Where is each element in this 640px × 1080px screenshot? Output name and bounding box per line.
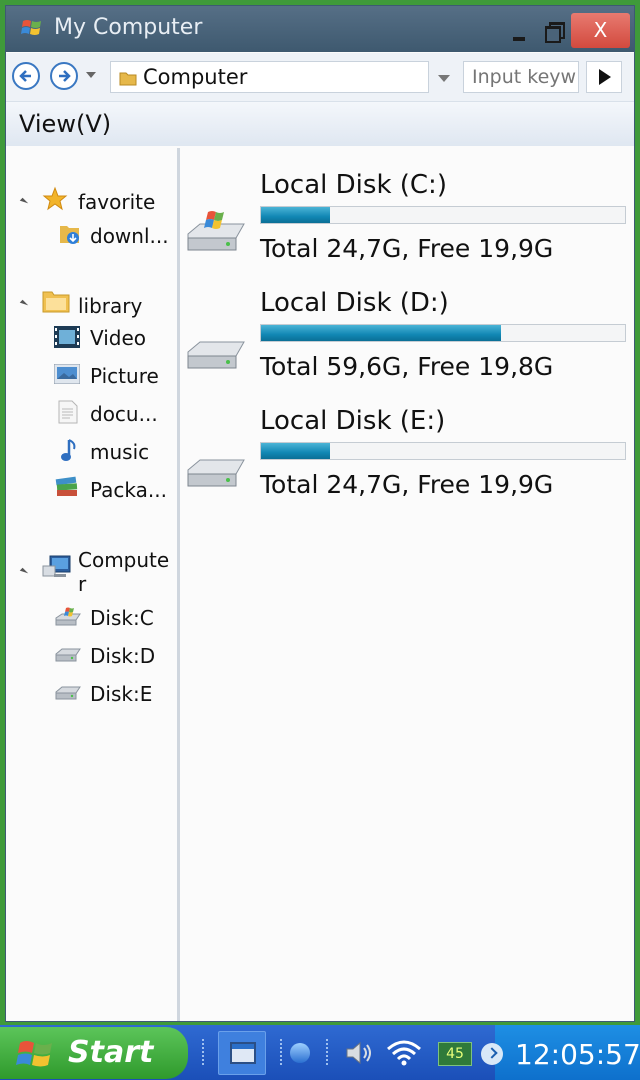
sidebar-item-favorite[interactable]: favorite [78,190,155,214]
sidebar-item-computer[interactable]: Compute [78,548,169,572]
music-note-icon [61,439,76,461]
close-button[interactable]: X [571,13,630,48]
maximize-button[interactable] [540,14,570,44]
wifi-icon[interactable] [386,1039,422,1067]
navigation-bar: Computer [6,53,634,102]
disk-capacity-text: Total 24,7G, Free 19,9G [260,470,554,499]
battery-indicator[interactable]: 45 [438,1042,472,1066]
taskbar-grip [280,1039,286,1065]
navigation-sidebar: favorite downl... library Video Picture [6,148,180,1021]
disk-item-c[interactable]: Local Disk (C:) Total 24,7G, Free 19,9G [180,170,634,288]
start-label: Start [68,1035,154,1070]
expand-arrow-icon[interactable] [19,299,29,309]
windows-logo-icon [16,1041,52,1067]
menu-bar: View(V) [6,102,634,146]
sidebar-item-documents[interactable]: docu... [90,402,158,426]
back-arrow-icon [19,70,31,82]
expand-arrow-icon[interactable] [19,567,29,577]
sidebar-item-computer-wrap: r [78,572,87,596]
taskbar-grip [326,1039,332,1065]
downloads-folder-icon [60,226,79,244]
minimize-button[interactable] [506,14,534,44]
sidebar-item-video[interactable]: Video [90,326,146,350]
forward-arrow-icon [59,70,71,82]
sidebar-item-disk-c[interactable]: Disk:C [90,606,154,630]
window-title: My Computer [54,15,203,40]
taskbar: Start 45 12:05:57 [0,1025,640,1080]
drive-icon [187,459,245,487]
system-drive-icon [187,211,245,251]
my-computer-window: My Computer X Computer View(V) [5,5,635,1022]
search-box[interactable] [463,61,579,93]
address-text: Computer [143,65,248,89]
sidebar-item-downloads[interactable]: downl... [90,224,169,248]
disk-usage-bar [260,442,626,460]
sidebar-item-music[interactable]: music [90,440,149,464]
disk-capacity-text: Total 59,6G, Free 19,8G [260,352,554,381]
address-bar[interactable]: Computer [110,61,429,93]
folder-icon [119,72,137,86]
disk-name: Local Disk (D:) [260,288,449,318]
disk-usage-bar [260,324,626,342]
expand-arrow-icon[interactable] [19,197,29,207]
start-button[interactable]: Start [0,1027,188,1079]
disk-usage-bar [260,206,626,224]
forward-button[interactable] [50,62,78,90]
disk-name: Local Disk (E:) [260,406,446,436]
picture-icon [54,364,80,384]
packages-icon [55,476,78,496]
history-dropdown-icon[interactable] [86,72,96,78]
disk-capacity-text: Total 24,7G, Free 19,9G [260,234,554,263]
system-disk-icon [55,607,81,626]
disk-item-d[interactable]: Local Disk (D:) Total 59,6G, Free 19,8G [180,288,634,406]
disk-item-e[interactable]: Local Disk (E:) Total 24,7G, Free 19,9G [180,406,634,524]
drive-icon [187,341,245,369]
sidebar-item-library[interactable]: library [78,294,142,318]
disk-name: Local Disk (C:) [260,170,447,200]
quick-launch-up-icon[interactable] [290,1043,310,1063]
library-folder-icon [42,291,70,313]
taskbar-app-my-computer[interactable] [218,1031,266,1075]
clock[interactable]: 12:05:57 [515,1038,640,1071]
title-bar[interactable]: My Computer X [6,6,634,52]
disk-icon [55,686,81,700]
document-icon [58,400,78,424]
volume-icon[interactable] [344,1039,374,1067]
search-go-button[interactable] [586,61,622,93]
sidebar-item-disk-e[interactable]: Disk:E [90,682,152,706]
search-input[interactable] [464,63,578,91]
sidebar-item-disk-d[interactable]: Disk:D [90,644,155,668]
window-app-icon [230,1042,256,1064]
drives-list: Local Disk (C:) Total 24,7G, Free 19,9G … [180,148,634,1021]
video-icon [54,326,80,348]
menu-view[interactable]: View(V) [19,110,111,138]
disk-icon [55,648,81,662]
computer-icon [42,555,71,577]
back-button[interactable] [12,62,40,90]
address-dropdown-icon[interactable] [438,75,450,82]
tray-expand-icon[interactable] [481,1043,503,1065]
taskbar-grip [202,1039,208,1065]
star-icon [42,186,68,211]
windows-logo-icon [21,20,41,35]
sidebar-item-picture[interactable]: Picture [90,364,159,388]
sidebar-item-packages[interactable]: Packa... [90,478,167,502]
